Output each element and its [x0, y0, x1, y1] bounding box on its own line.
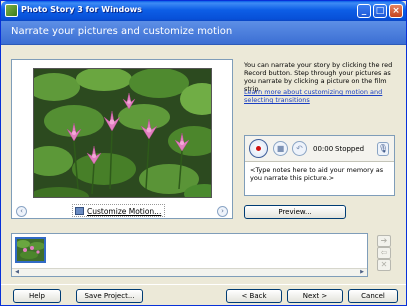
remove-picture-icon[interactable]: ✕	[377, 259, 391, 271]
undo-narration-button[interactable]: ↶	[292, 141, 307, 156]
learn-more-link[interactable]: Learn more about customizing motion and …	[244, 88, 404, 104]
film-strip-thumbnail[interactable]	[15, 237, 46, 263]
record-icon	[256, 146, 261, 151]
recording-toolbar: ■ ↶ 00:00 Stopped 🎙	[245, 136, 394, 162]
close-button[interactable]: ×	[389, 4, 403, 18]
window-title: Photo Story 3 for Windows	[21, 5, 142, 14]
photo-story-app-icon	[5, 4, 18, 17]
scroll-right-icon[interactable]: ▶	[358, 269, 366, 276]
motion-icon	[75, 207, 84, 215]
narration-panel: ■ ↶ 00:00 Stopped 🎙 <Type notes here to …	[244, 135, 395, 196]
scroll-left-icon[interactable]: ◀	[13, 269, 21, 276]
customize-motion-button[interactable]: Customize Motion...	[72, 204, 166, 217]
move-right-icon[interactable]: ➔	[377, 235, 391, 247]
save-project-button[interactable]: Save Project...	[76, 289, 143, 303]
page-header: Narrate your pictures and customize moti…	[1, 21, 406, 45]
back-button[interactable]: < Back	[226, 289, 282, 303]
image-preview-panel: ‹ Customize Motion... ›	[11, 59, 233, 219]
maximize-button[interactable]: □	[373, 4, 387, 18]
cancel-button[interactable]: Cancel	[348, 289, 398, 303]
selected-photo	[33, 68, 212, 198]
previous-picture-button[interactable]: ‹	[16, 206, 27, 217]
title-bar[interactable]: Photo Story 3 for Windows _ □ ×	[1, 1, 406, 21]
thumbnail-image	[17, 239, 44, 261]
app-window: Photo Story 3 for Windows _ □ × Narrate …	[0, 0, 407, 306]
next-picture-button[interactable]: ›	[217, 206, 228, 217]
stop-button[interactable]: ■	[273, 141, 288, 156]
film-strip[interactable]: ◀ ▶	[11, 233, 368, 277]
customize-motion-label: Customize Motion...	[87, 207, 162, 216]
page-title: Narrate your pictures and customize moti…	[11, 26, 233, 37]
next-button[interactable]: Next >	[287, 289, 343, 303]
microphone-icon[interactable]: 🎙	[377, 142, 389, 156]
move-left-icon[interactable]: ⇦	[377, 247, 391, 259]
help-button[interactable]: Help	[13, 289, 61, 303]
preview-button[interactable]: Preview...	[244, 205, 346, 219]
film-strip-scrollbar[interactable]: ◀ ▶	[12, 268, 367, 276]
record-button[interactable]	[249, 139, 268, 158]
footer-divider	[1, 284, 406, 285]
recording-status: Stopped	[335, 145, 365, 153]
minimize-button[interactable]: _	[357, 4, 371, 18]
water-lily-photo	[34, 69, 211, 197]
narration-notes-field[interactable]: <Type notes here to aid your memory as y…	[248, 165, 391, 193]
recording-time: 00:00	[313, 145, 334, 153]
